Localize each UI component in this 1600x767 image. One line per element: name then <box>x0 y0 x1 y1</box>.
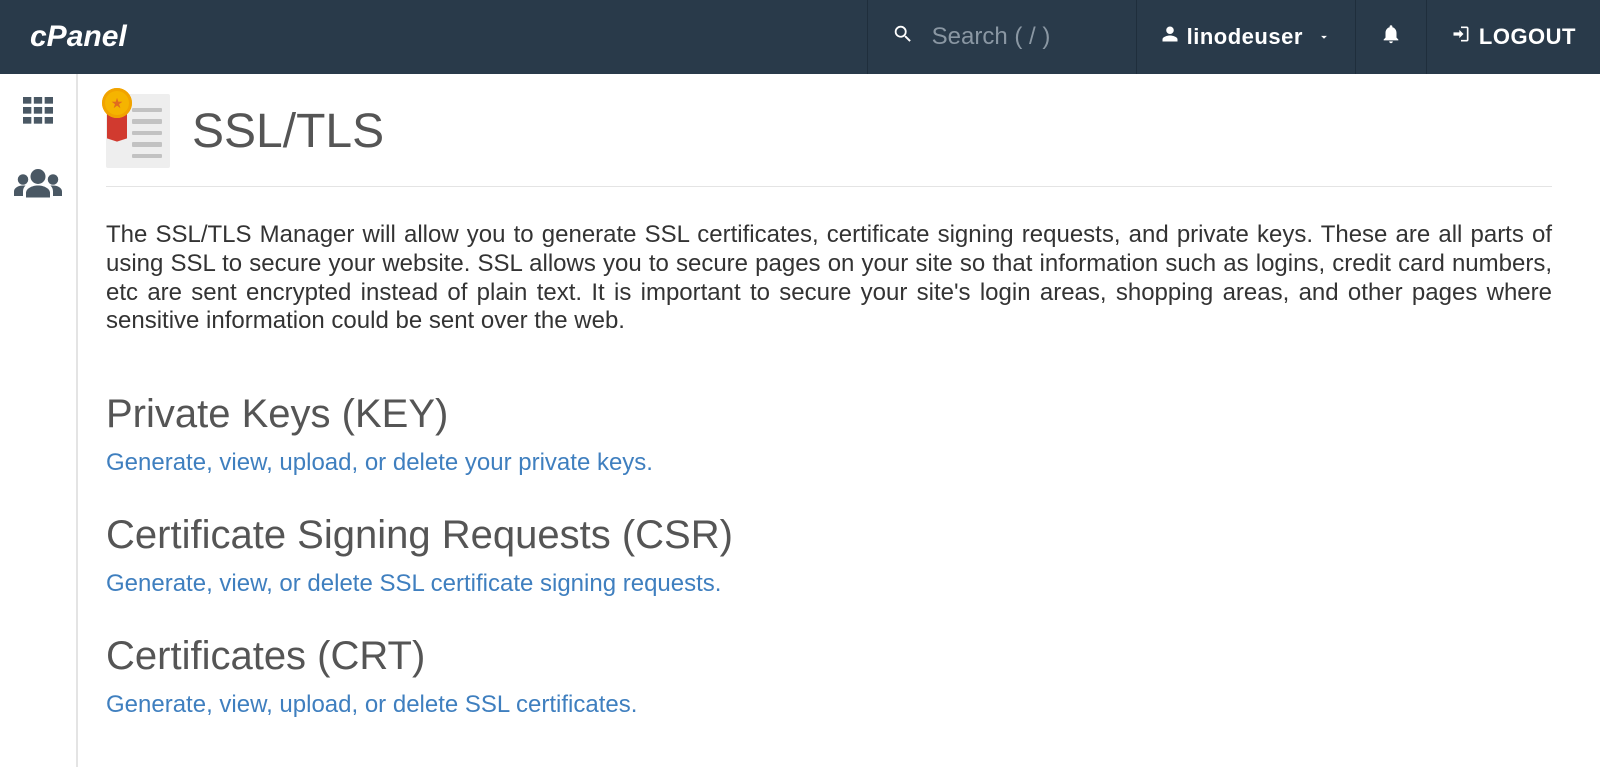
page-header: ★ SSL/TLS <box>106 94 1552 187</box>
bell-icon <box>1380 23 1402 51</box>
grid-icon <box>18 92 58 137</box>
search-container[interactable] <box>867 0 1136 74</box>
link-csr[interactable]: Generate, view, or delete SSL certificat… <box>106 570 721 598</box>
search-input[interactable] <box>932 23 1112 51</box>
intro-text: The SSL/TLS Manager will allow you to ge… <box>106 221 1552 336</box>
sidebar-apps-button[interactable] <box>16 92 60 136</box>
link-certificates[interactable]: Generate, view, upload, or delete SSL ce… <box>106 691 637 719</box>
username-label: linodeuser <box>1187 24 1303 50</box>
document-lines-icon <box>132 108 162 158</box>
body: ★ SSL/TLS The SSL/TLS Manager will allow… <box>0 74 1600 767</box>
page-icon: ★ <box>106 94 170 168</box>
notifications-button[interactable] <box>1355 0 1426 74</box>
page-title: SSL/TLS <box>192 104 384 159</box>
top-bar: cPanel linodeuser LOGOUT <box>0 0 1600 74</box>
logout-icon <box>1451 24 1471 50</box>
user-menu[interactable]: linodeuser <box>1136 0 1355 74</box>
section-heading-csr: Certificate Signing Requests (CSR) <box>106 513 1552 558</box>
cpanel-logo[interactable]: cPanel <box>0 0 210 74</box>
users-icon <box>14 164 62 209</box>
chevron-down-icon <box>1317 24 1331 50</box>
logout-label: LOGOUT <box>1479 24 1576 50</box>
section-heading-key: Private Keys (KEY) <box>106 392 1552 437</box>
logout-button[interactable]: LOGOUT <box>1426 0 1600 74</box>
main-content: ★ SSL/TLS The SSL/TLS Manager will allow… <box>78 74 1600 767</box>
link-private-keys[interactable]: Generate, view, upload, or delete your p… <box>106 449 653 477</box>
ribbon-medal-icon: ★ <box>102 88 132 118</box>
search-icon <box>892 23 914 51</box>
section-heading-crt: Certificates (CRT) <box>106 634 1552 679</box>
sidebar-users-button[interactable] <box>16 164 60 208</box>
user-icon <box>1161 25 1179 49</box>
svg-text:cPanel: cPanel <box>30 20 127 53</box>
sidebar <box>0 74 78 767</box>
